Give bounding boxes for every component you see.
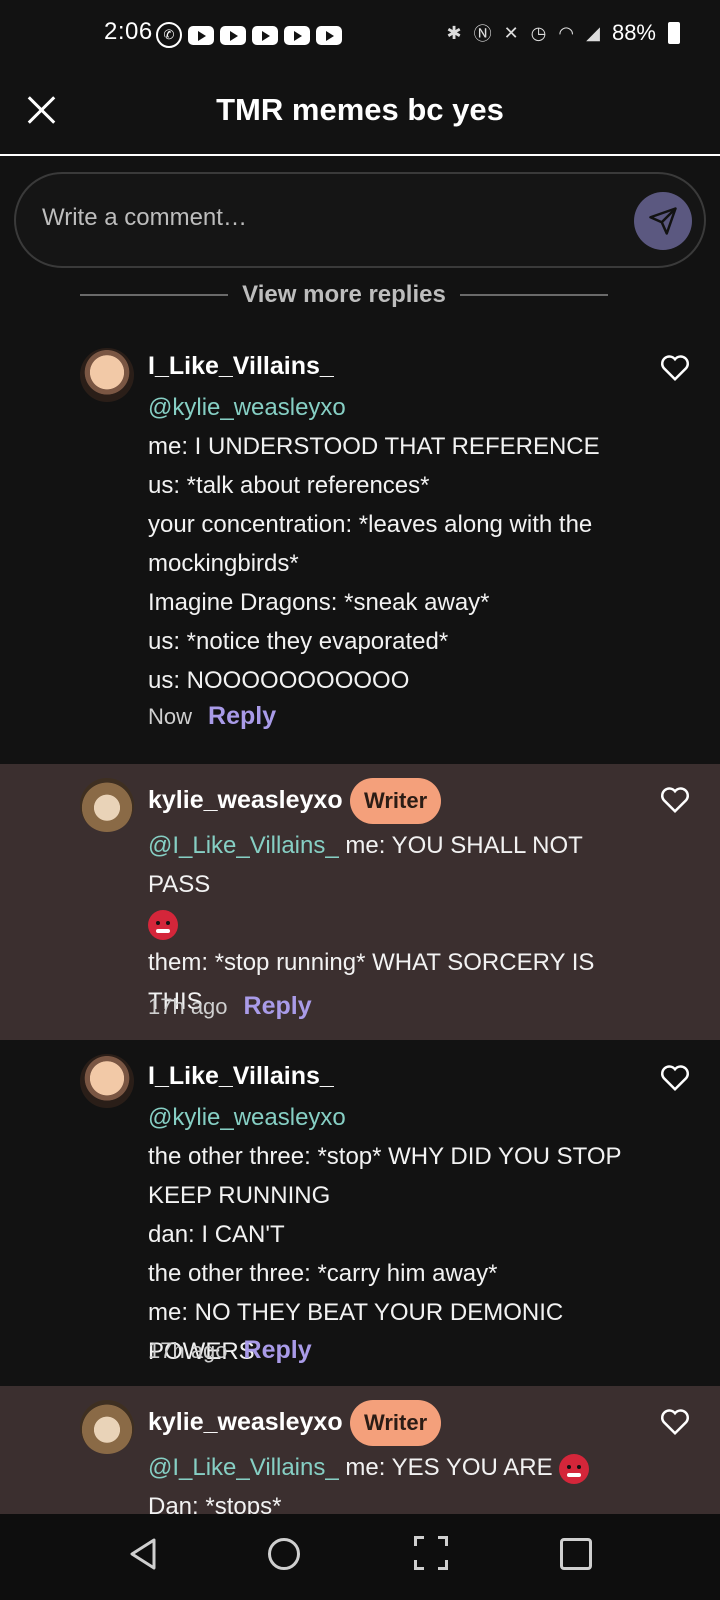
comment-time: 17h ago <box>148 1338 228 1363</box>
notification-icons: ✆ <box>156 22 342 48</box>
comment-box <box>14 172 706 268</box>
comment-meta: Now Reply <box>148 702 276 731</box>
status-bar: 2:06 ✆ ✱ Ⓝ ✕ ◷ ◠ ◢ 88% <box>0 0 720 70</box>
comment-username[interactable]: kylie_weasleyxo <box>148 1408 343 1437</box>
comment-item: I_Like_Villains_ @kylie_weasleyxo me: I … <box>0 330 720 748</box>
comment-line: me: I UNDERSTOOD THAT REFERENCE <box>148 433 600 460</box>
screenshot-icon[interactable] <box>414 1536 448 1570</box>
divider <box>459 294 609 296</box>
writer-badge: Writer <box>350 778 442 824</box>
avatar[interactable] <box>80 1400 134 1454</box>
mention-link[interactable]: @kylie_weasleyxo <box>148 388 678 427</box>
battery-icon <box>668 22 680 44</box>
view-more-label: View more replies <box>242 281 446 308</box>
comment-username[interactable]: kylie_weasleyxo <box>148 786 343 815</box>
comment-item: I_Like_Villains_ @kylie_weasleyxo the ot… <box>0 1040 720 1386</box>
heart-icon[interactable] <box>660 1408 690 1436</box>
page-title: TMR memes bc yes <box>216 92 504 127</box>
mute-icon: ✕ <box>503 22 519 43</box>
youtube-icon <box>220 25 246 45</box>
comment-line: us: *talk about references* <box>148 472 430 499</box>
writer-badge: Writer <box>350 1400 442 1446</box>
comment-line: me: YES YOU ARE <box>338 1454 553 1481</box>
comment-meta: 17h ago Reply <box>148 1336 312 1365</box>
comment-line: us: NOOOOOOOOOOO <box>148 667 410 694</box>
back-icon[interactable] <box>126 1536 160 1572</box>
heart-icon[interactable] <box>660 354 690 382</box>
system-navigation-bar <box>0 1514 720 1600</box>
heart-icon[interactable] <box>660 786 690 814</box>
recent-apps-icon[interactable] <box>560 1538 592 1570</box>
view-more-replies[interactable]: View more replies <box>80 278 609 312</box>
mention-link[interactable]: @kylie_weasleyxo <box>148 1098 638 1137</box>
reply-button[interactable]: Reply <box>244 1336 312 1365</box>
comment-username[interactable]: I_Like_Villains_ <box>148 352 334 381</box>
avatar[interactable] <box>80 1054 134 1108</box>
youtube-icon <box>252 25 278 45</box>
divider <box>80 294 229 296</box>
header: TMR memes bc yes <box>0 70 720 156</box>
youtube-icon <box>316 25 342 45</box>
system-icons: ✱ Ⓝ ✕ ◷ ◠ ◢ 88% <box>446 20 680 46</box>
send-button[interactable] <box>634 192 692 250</box>
bluetooth-icon: ✱ <box>446 22 462 43</box>
comment-time: 17h ago <box>148 994 228 1019</box>
comment-body: @I_Like_Villains_ me: YES YOU ARE Dan: *… <box>148 1448 638 1514</box>
comment-line: dan: I CAN'T <box>148 1221 285 1248</box>
comment-meta: 17h ago Reply <box>148 992 312 1021</box>
reply-button[interactable]: Reply <box>244 992 312 1021</box>
comment-item: kylie_weasleyxo Writer @I_Like_Villains_… <box>0 1386 720 1514</box>
whatsapp-icon: ✆ <box>156 22 182 48</box>
comment-line: Imagine Dragons: *sneak away* <box>148 589 490 616</box>
nfc-icon: Ⓝ <box>473 24 492 44</box>
devil-emoji-icon <box>559 1453 590 1484</box>
comment-line: your concentration: *leaves along with t… <box>148 511 593 577</box>
avatar[interactable] <box>80 778 134 832</box>
avatar[interactable] <box>80 348 134 402</box>
status-time: 2:06 <box>104 18 153 45</box>
comment-input[interactable] <box>42 204 602 232</box>
wifi-icon: ◠ <box>558 22 575 43</box>
send-icon <box>649 207 677 235</box>
battery-percent: 88% <box>611 20 656 45</box>
mention-link[interactable]: @I_Like_Villains_ <box>148 1454 339 1481</box>
comment-body: @kylie_weasleyxo me: I UNDERSTOOD THAT R… <box>148 388 678 700</box>
signal-icon: ◢ <box>586 22 600 43</box>
comment-line: the other three: *carry him away* <box>148 1260 498 1287</box>
comment-username[interactable]: I_Like_Villains_ <box>148 1062 334 1091</box>
comment-line: the other three: *stop* WHY DID YOU STOP… <box>148 1143 622 1209</box>
comment-line: us: *notice they evaporated* <box>148 628 449 655</box>
home-icon[interactable] <box>268 1538 300 1570</box>
comment-body: @kylie_weasleyxo the other three: *stop*… <box>148 1098 638 1371</box>
heart-icon[interactable] <box>660 1064 690 1092</box>
reply-button[interactable]: Reply <box>208 702 276 731</box>
youtube-icon <box>188 25 214 45</box>
comment-time: Now <box>148 704 193 729</box>
mention-link[interactable]: @I_Like_Villains_ <box>148 832 339 859</box>
youtube-icon <box>284 25 310 45</box>
comment-item: kylie_weasleyxo Writer @I_Like_Villains_… <box>0 764 720 1040</box>
comment-line: Dan: *stops* <box>148 1493 282 1514</box>
alarm-icon: ◷ <box>530 22 547 43</box>
devil-emoji-icon <box>148 909 178 940</box>
